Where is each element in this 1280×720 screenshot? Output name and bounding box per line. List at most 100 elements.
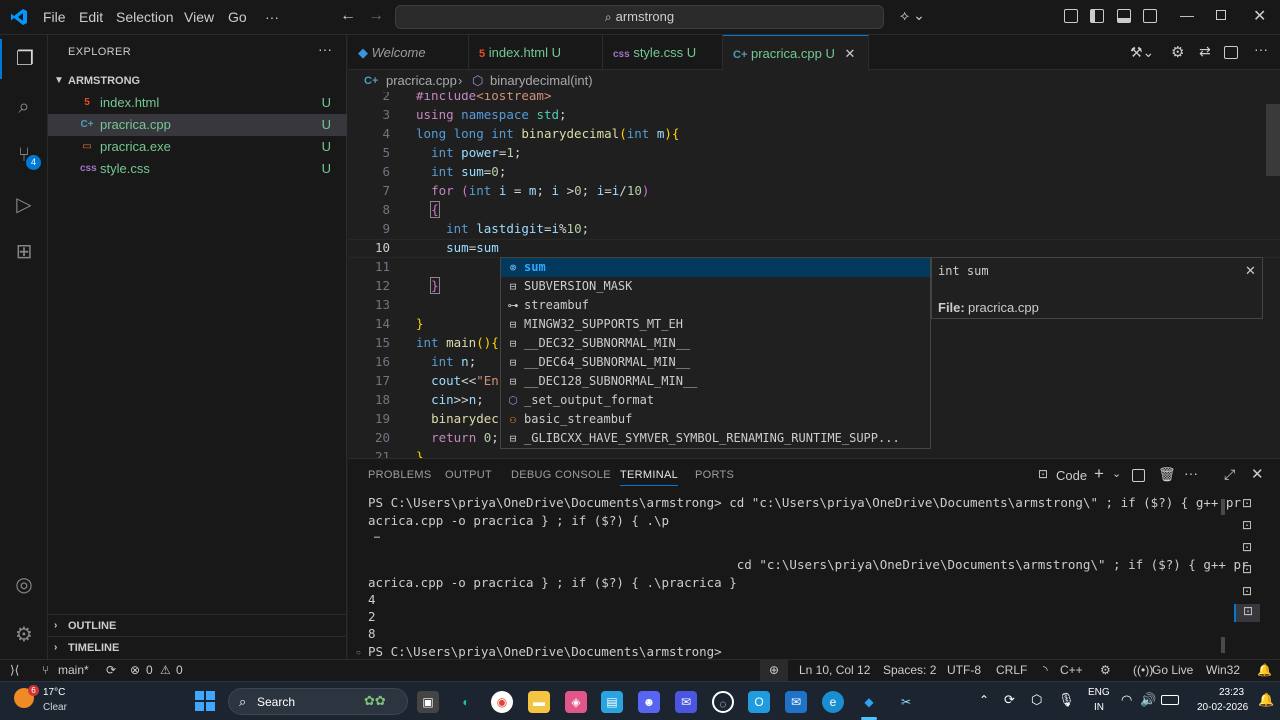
- suggestion-item[interactable]: ⊟ __DEC32_SUBNORMAL_MIN__: [501, 334, 930, 353]
- close-tab-icon[interactable]: ✕: [844, 46, 855, 61]
- clock-time[interactable]: 23:23: [1219, 687, 1244, 698]
- split-terminal-icon[interactable]: [1132, 469, 1145, 482]
- app-icon[interactable]: ◌: [712, 691, 734, 713]
- terminal-instance-icon[interactable]: ⊡: [1234, 518, 1260, 536]
- back-arrow-icon[interactable]: ←: [340, 7, 356, 25]
- layout-customize-icon[interactable]: [1064, 9, 1078, 23]
- trash-icon[interactable]: 🗑: [1158, 466, 1176, 483]
- snipping-tool-icon[interactable]: ✂: [895, 691, 917, 713]
- menu-selection[interactable]: Selection: [116, 9, 174, 25]
- explorer-icon[interactable]: ❐: [0, 39, 48, 79]
- breadcrumb-symbol[interactable]: binarydecimal(int): [490, 70, 593, 92]
- minimize-icon[interactable]: —: [1180, 7, 1194, 23]
- menu-edit[interactable]: Edit: [79, 9, 103, 25]
- close-icon[interactable]: ✕: [1245, 263, 1256, 279]
- suggestion-item[interactable]: ⊟ SUBVERSION_MASK: [501, 277, 930, 296]
- folder-armstrong[interactable]: ▼ ARMSTRONG: [48, 70, 347, 92]
- terminal-instance-icon[interactable]: ⊡: [1234, 562, 1260, 580]
- outline-section[interactable]: › OUTLINE: [48, 614, 347, 636]
- account-icon[interactable]: ◎: [0, 565, 48, 605]
- terminal-instance-icon[interactable]: ⊡: [1234, 496, 1260, 514]
- tab-pracrica-cpp[interactable]: C+ pracrica.cpp U ✕: [723, 35, 869, 71]
- copilot-icon[interactable]: ⟡ ⌄: [900, 7, 925, 24]
- toggle-panel-icon[interactable]: [1117, 9, 1131, 23]
- close-panel-icon[interactable]: ✕: [1251, 465, 1264, 483]
- zoom-icon[interactable]: ⊕: [760, 660, 788, 681]
- office-icon[interactable]: ◈: [565, 691, 587, 713]
- manage-gear-icon[interactable]: ⚙: [0, 615, 48, 655]
- suggestion-item[interactable]: ⬡ _set_output_format: [501, 391, 930, 410]
- file-item-pracrica-exe[interactable]: ▭ pracrica.exe U: [48, 136, 347, 158]
- outlook-icon[interactable]: O: [748, 691, 770, 713]
- chat-app-icon[interactable]: ✉: [675, 691, 697, 713]
- windows-start-icon[interactable]: [195, 691, 215, 711]
- autocomplete-list[interactable]: ⊚ sum ⊟ SUBVERSION_MASK ⊶ streambuf ⊟ MINGW3…: [500, 257, 931, 449]
- bell-icon[interactable]: 🔔: [1257, 660, 1272, 681]
- microphone-icon[interactable]: 🎙: [1058, 692, 1075, 708]
- run-code-icon[interactable]: ⚒⌄: [1130, 44, 1154, 61]
- timeline-section[interactable]: › TIMELINE: [48, 636, 347, 658]
- terminal-instance-icon[interactable]: ⊡: [1234, 584, 1260, 602]
- file-item-style-css[interactable]: css style.css U: [48, 158, 347, 180]
- source-control-icon[interactable]: ⑂: [0, 135, 48, 175]
- terminal-scrollbar[interactable]: [1221, 499, 1225, 515]
- close-window-icon[interactable]: ✕: [1253, 6, 1266, 26]
- suggestion-item[interactable]: ⊟ _GLIBCXX_HAVE_SYMVER_SYMBOL_RENAMING_RU…: [501, 429, 930, 448]
- more-actions-icon[interactable]: ···: [1254, 41, 1268, 57]
- taskbar-search[interactable]: ⌕ Search ✿✿: [228, 688, 408, 715]
- terminal-shell-label[interactable]: Code: [1056, 468, 1087, 483]
- breadcrumb-file[interactable]: pracrica.cpp: [386, 70, 457, 92]
- sync-icon[interactable]: ⟳: [1004, 692, 1015, 708]
- remote-icon[interactable]: ⟩⟨: [10, 660, 19, 681]
- settings-gear-icon[interactable]: ⚙: [1171, 43, 1184, 61]
- chevron-down-icon[interactable]: ⌄: [1112, 467, 1121, 480]
- menu-more[interactable]: ···: [265, 9, 279, 25]
- suggestion-item[interactable]: ⚇ basic_streambuf: [501, 410, 930, 429]
- menu-file[interactable]: File: [43, 9, 66, 25]
- more-actions-icon[interactable]: ···: [318, 41, 332, 57]
- tab-welcome[interactable]: ◆ Welcome: [348, 35, 469, 70]
- suggestion-item[interactable]: ⊶ streambuf: [501, 296, 930, 315]
- language-region[interactable]: IN: [1094, 702, 1104, 713]
- restore-icon[interactable]: [1216, 10, 1226, 20]
- cursor-position[interactable]: Ln 10, Col 12: [799, 660, 870, 681]
- store-icon[interactable]: ▤: [601, 691, 623, 713]
- suggestion-item[interactable]: ⊟ MINGW32_SUPPORTS_MT_EH: [501, 315, 930, 334]
- wifi-icon[interactable]: ◠: [1121, 692, 1132, 708]
- extensions-icon[interactable]: ⊞: [0, 232, 48, 272]
- edge-icon[interactable]: e: [822, 691, 844, 713]
- language-mode[interactable]: C++: [1060, 660, 1083, 681]
- tab-terminal[interactable]: TERMINAL: [620, 469, 679, 486]
- task-view-icon[interactable]: ▣: [417, 691, 439, 713]
- encoding[interactable]: UTF-8: [947, 660, 981, 681]
- tab-problems[interactable]: PROBLEMS: [368, 469, 432, 481]
- git-branch[interactable]: main*: [58, 660, 89, 681]
- go-live[interactable]: Go Live: [1152, 660, 1193, 681]
- tab-index-html[interactable]: 5 index.html U: [469, 35, 603, 70]
- warning-count[interactable]: 0: [176, 660, 183, 681]
- search-icon[interactable]: ⌕: [0, 87, 48, 127]
- copilot-icon[interactable]: ⚙: [1100, 660, 1111, 681]
- file-item-index-html[interactable]: 5 index.html U: [48, 92, 347, 114]
- tab-output[interactable]: OUTPUT: [445, 469, 492, 481]
- chrome-icon[interactable]: ◉: [491, 691, 513, 713]
- platform[interactable]: Win32: [1206, 660, 1240, 681]
- battery-icon[interactable]: [1161, 695, 1179, 705]
- suggestion-item[interactable]: ⊚ sum: [501, 258, 930, 277]
- indentation[interactable]: Spaces: 2: [883, 660, 936, 681]
- toggle-sidebar-icon[interactable]: [1090, 9, 1104, 23]
- terminal-scrollbar-thumb[interactable]: [1221, 637, 1225, 653]
- tab-debug-console[interactable]: DEBUG CONSOLE: [511, 469, 611, 481]
- sync-icon[interactable]: ⟳: [106, 660, 116, 681]
- chevron-up-icon[interactable]: ⌃: [979, 693, 989, 707]
- run-debug-icon[interactable]: ▷: [0, 185, 48, 225]
- mail-app-icon[interactable]: ✉: [785, 691, 807, 713]
- toggle-secondary-sidebar-icon[interactable]: [1143, 9, 1157, 23]
- volume-icon[interactable]: 🔊: [1140, 692, 1156, 708]
- new-terminal-icon[interactable]: +: [1094, 464, 1104, 484]
- terminal-instance-icon[interactable]: ⊡: [1234, 540, 1260, 558]
- copilot-app-icon[interactable]: ◐: [455, 691, 477, 713]
- forward-arrow-icon[interactable]: →: [368, 7, 384, 25]
- file-explorer-icon[interactable]: ▬: [528, 691, 550, 713]
- notification-bell-icon[interactable]: 🔔: [1258, 692, 1274, 708]
